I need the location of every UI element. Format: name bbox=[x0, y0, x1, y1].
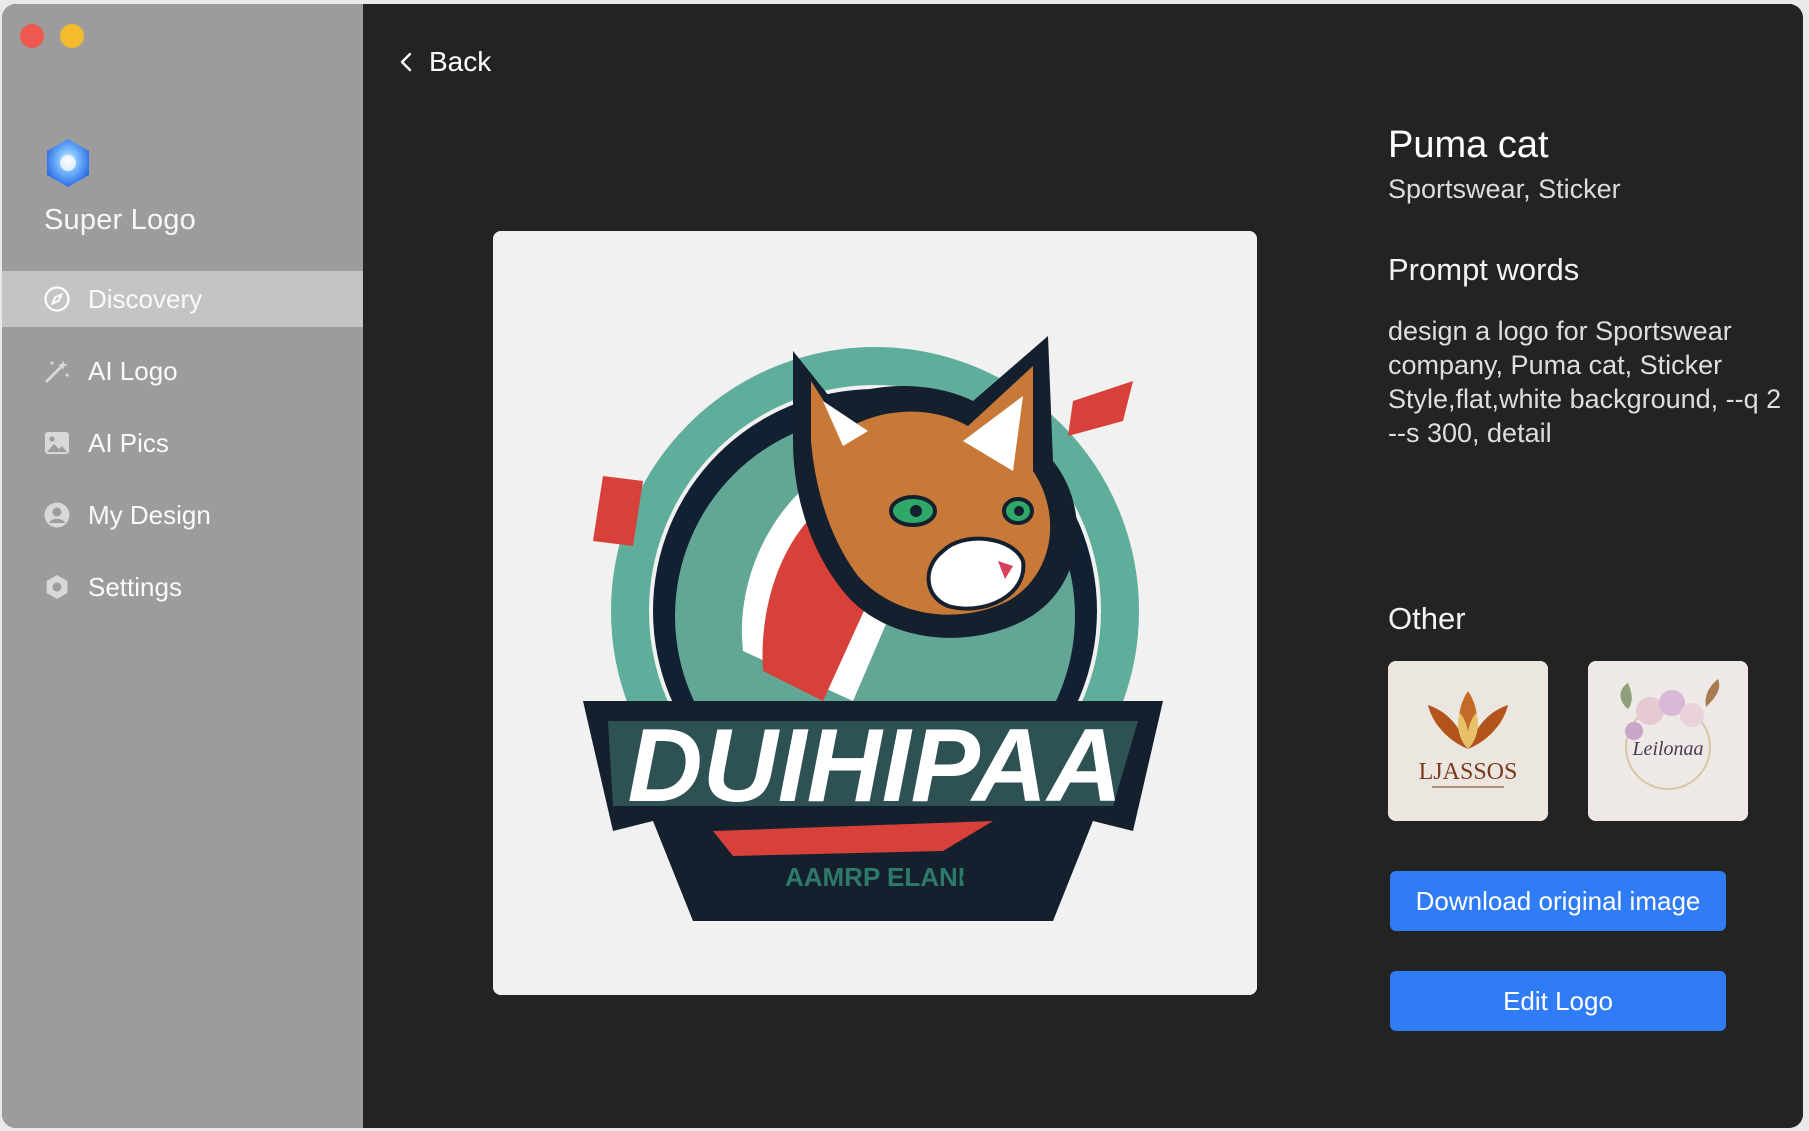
sidebar-item-label: AI Logo bbox=[88, 355, 178, 386]
logo-preview-image: DUIHIPAA AAMRP ELANI bbox=[493, 231, 1257, 995]
sidebar-item-my-design[interactable]: My Design bbox=[2, 487, 363, 543]
main-content: Back DUIHIPAA AAMRP ELANI Puma cat Sport… bbox=[363, 4, 1803, 1128]
sidebar-item-label: AI Pics bbox=[88, 427, 169, 458]
sidebar-nav: Discovery AI Logo AI Pics My Design Sett… bbox=[2, 271, 363, 631]
lotus-logo-thumbnail: LJASSOS bbox=[1388, 661, 1548, 821]
other-logo-thumbnail[interactable]: Leilonaa bbox=[1588, 661, 1748, 821]
svg-text:DUIHIPAA: DUIHIPAA bbox=[628, 708, 1123, 824]
other-heading: Other bbox=[1388, 601, 1466, 636]
sidebar: Super Logo Discovery AI Logo AI Pics My … bbox=[2, 4, 363, 1128]
app-logo-icon bbox=[47, 139, 89, 187]
prompt-text: design a logo for Sportswear company, Pu… bbox=[1388, 316, 1782, 448]
svg-text:AAMRP ELANI: AAMRP ELANI bbox=[785, 862, 965, 892]
logo-tags: Sportswear, Sticker bbox=[1388, 174, 1621, 204]
back-button[interactable]: Back bbox=[399, 46, 491, 78]
app-window: Super Logo Discovery AI Logo AI Pics My … bbox=[2, 4, 1803, 1128]
window-controls bbox=[20, 24, 84, 48]
sidebar-item-ai-pics[interactable]: AI Pics bbox=[2, 415, 363, 471]
chevron-left-icon bbox=[400, 52, 412, 72]
minimize-window-button[interactable] bbox=[60, 24, 84, 48]
sidebar-item-discovery[interactable]: Discovery bbox=[2, 271, 363, 327]
svg-text:Leilonaa: Leilonaa bbox=[1631, 738, 1703, 760]
sidebar-item-label: Settings bbox=[88, 571, 182, 602]
sidebar-item-label: Discovery bbox=[88, 283, 203, 314]
other-logo-thumbnail[interactable]: LJASSOS bbox=[1388, 661, 1548, 821]
gear-icon bbox=[42, 572, 72, 602]
compass-icon bbox=[42, 284, 72, 314]
puma-cat-logo-illustration: DUIHIPAA AAMRP ELANI bbox=[493, 231, 1257, 995]
logo-title: Puma cat bbox=[1388, 124, 1549, 166]
edit-logo-button[interactable]: Edit Logo bbox=[1390, 971, 1726, 1031]
app-name: Super Logo bbox=[44, 204, 196, 236]
user-icon bbox=[42, 500, 72, 530]
back-label: Back bbox=[429, 46, 492, 77]
sidebar-item-ai-logo[interactable]: AI Logo bbox=[2, 343, 363, 399]
magic-wand-icon bbox=[42, 356, 72, 386]
sidebar-item-settings[interactable]: Settings bbox=[2, 559, 363, 615]
image-icon bbox=[42, 428, 72, 458]
close-window-button[interactable] bbox=[20, 24, 44, 48]
sidebar-item-label: My Design bbox=[88, 499, 211, 530]
prompt-heading: Prompt words bbox=[1388, 252, 1580, 287]
download-original-image-button[interactable]: Download original image bbox=[1390, 871, 1726, 931]
svg-text:LJASSOS: LJASSOS bbox=[1419, 759, 1518, 785]
floral-logo-thumbnail: Leilonaa bbox=[1588, 661, 1748, 821]
